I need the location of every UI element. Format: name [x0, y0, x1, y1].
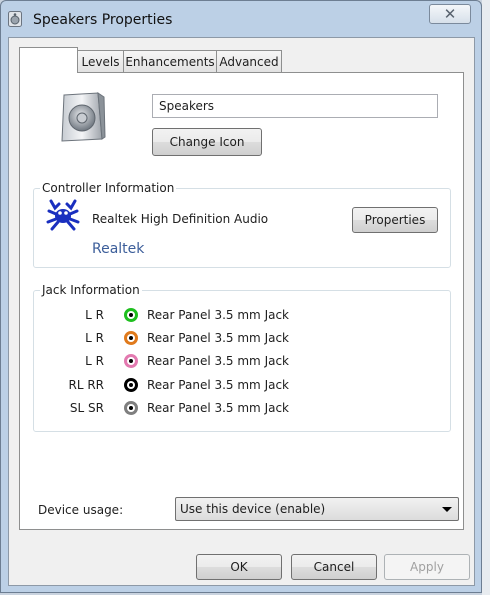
dialog-client-area: Levels Enhancements Advanced Speakers Ch… [8, 37, 475, 586]
jack-channels: RL RR [68, 378, 104, 392]
controller-vendor: Realtek [92, 241, 145, 257]
tab-general[interactable] [19, 47, 78, 73]
jack-information-label: Jack Information [40, 283, 142, 297]
jack-color-icon [124, 308, 138, 322]
tab-advanced[interactable]: Advanced [216, 50, 282, 72]
tab-enhancements-label: Enhancements [125, 54, 215, 69]
cancel-button[interactable]: Cancel [291, 554, 377, 580]
controller-properties-button[interactable]: Properties [352, 207, 438, 233]
jack-label: Rear Panel 3.5 mm Jack [147, 331, 290, 345]
close-icon: ✕ [443, 5, 457, 23]
speaker-title-icon [8, 11, 22, 27]
background-window-strip [482, 0, 490, 595]
speakers-properties-dialog: Speakers Properties ✕ Levels Enhancement… [0, 0, 482, 593]
jack-row: L R Rear Panel 3.5 mm Jack [34, 329, 434, 349]
jack-label: Rear Panel 3.5 mm Jack [147, 401, 290, 415]
controller-information-label: Controller Information [40, 181, 177, 195]
jack-row: RL RR Rear Panel 3.5 mm Jack [34, 376, 434, 396]
jack-row: L R Rear Panel 3.5 mm Jack [34, 352, 434, 372]
device-usage-dropdown[interactable]: Use this device (enable) [175, 497, 459, 521]
controller-name: Realtek High Definition Audio [92, 212, 269, 226]
window-title: Speakers Properties [33, 12, 173, 28]
jack-color-icon [124, 378, 138, 392]
chevron-down-icon [442, 507, 452, 512]
ok-button[interactable]: OK [196, 554, 282, 580]
jack-channels: SL SR [69, 401, 104, 415]
apply-button[interactable]: Apply [384, 554, 470, 580]
jack-information-group: Jack Information L R Rear Panel 3.5 mm J… [33, 283, 451, 432]
device-usage-label: Device usage: [38, 503, 124, 517]
tab-levels[interactable]: Levels [77, 50, 124, 72]
close-button[interactable]: ✕ [429, 4, 471, 24]
jack-row: L R Rear Panel 3.5 mm Jack [34, 306, 434, 326]
tab-enhancements[interactable]: Enhancements [123, 50, 217, 72]
jack-label: Rear Panel 3.5 mm Jack [147, 308, 290, 322]
device-name-input[interactable] [152, 94, 438, 118]
device-usage-selected: Use this device (enable) [180, 502, 326, 516]
jack-row: SL SR Rear Panel 3.5 mm Jack [34, 399, 434, 419]
speaker-device-icon [61, 92, 106, 142]
jack-channels: L R [85, 308, 104, 322]
jack-color-icon [124, 401, 138, 415]
jack-channels: L R [85, 331, 104, 345]
jack-channels: L R [85, 354, 104, 368]
jack-label: Rear Panel 3.5 mm Jack [147, 378, 290, 392]
tab-advanced-label: Advanced [219, 54, 279, 69]
jack-color-icon [124, 354, 138, 368]
change-icon-button[interactable]: Change Icon [152, 128, 262, 156]
title-bar[interactable]: Speakers Properties ✕ [1, 1, 481, 37]
tab-levels-label: Levels [81, 54, 120, 69]
jack-label: Rear Panel 3.5 mm Jack [147, 354, 290, 368]
jack-color-icon [124, 331, 138, 345]
realtek-crab-icon [46, 199, 80, 231]
general-tab-panel: Change Icon Controller Information [19, 72, 464, 530]
controller-information-group: Controller Information Realtek High Defi… [33, 181, 451, 268]
